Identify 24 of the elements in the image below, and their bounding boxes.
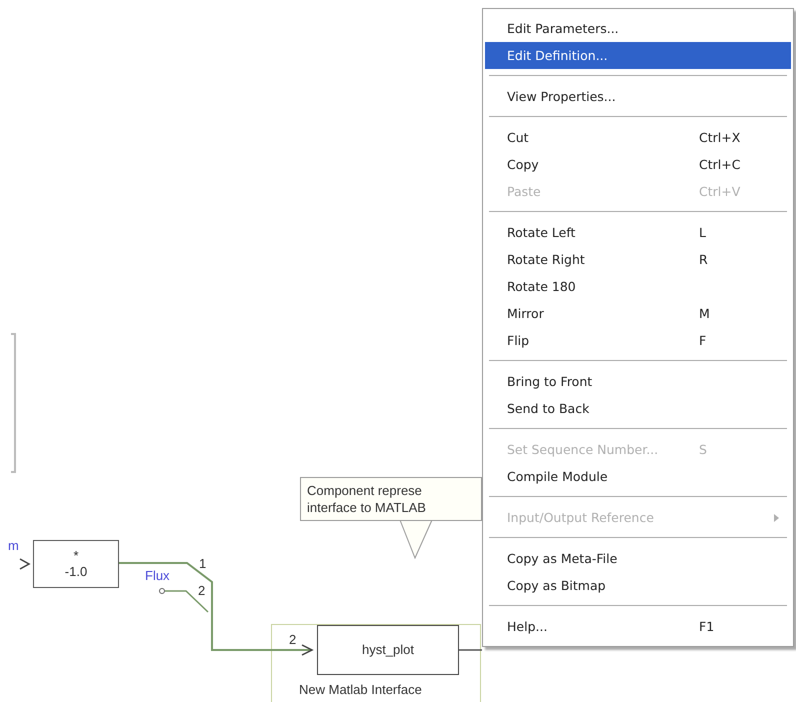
menu-item[interactable]: Flip F (485, 327, 791, 354)
menu-item[interactable]: Bring to Front (485, 368, 791, 395)
menu-item[interactable]: Mirror M (485, 300, 791, 327)
menu-item[interactable]: Rotate Right R (485, 246, 791, 273)
gain-block[interactable]: * -1.0 (33, 540, 119, 588)
port-number: 2 (289, 632, 296, 647)
menu-item[interactable]: Send to Back (485, 395, 791, 422)
menu-item[interactable]: Edit Definition... (485, 42, 791, 69)
signal-label: Flux (145, 568, 170, 583)
menu-item[interactable]: Edit Parameters... (485, 15, 791, 42)
menu-item[interactable]: Rotate Left L (485, 219, 791, 246)
menu-item[interactable]: Rotate 180 (485, 273, 791, 300)
port-number: 1 (199, 556, 206, 571)
port-number: 2 (198, 583, 206, 598)
menu-item[interactable]: Copy Ctrl+C (485, 151, 791, 178)
signal-label: m (8, 538, 19, 553)
menu-item[interactable]: Copy as Meta-File (485, 545, 791, 572)
block-caption: New Matlab Interface (299, 682, 422, 697)
menu-item[interactable]: Compile Module (485, 463, 791, 490)
menu-item[interactable]: View Properties... (485, 83, 791, 110)
menu-item[interactable]: Help... F1 (485, 613, 791, 640)
menu-item[interactable]: Cut Ctrl+X (485, 124, 791, 151)
matlab-block[interactable]: hyst_plot (317, 625, 459, 675)
menu-item[interactable]: Copy as Bitmap (485, 572, 791, 599)
